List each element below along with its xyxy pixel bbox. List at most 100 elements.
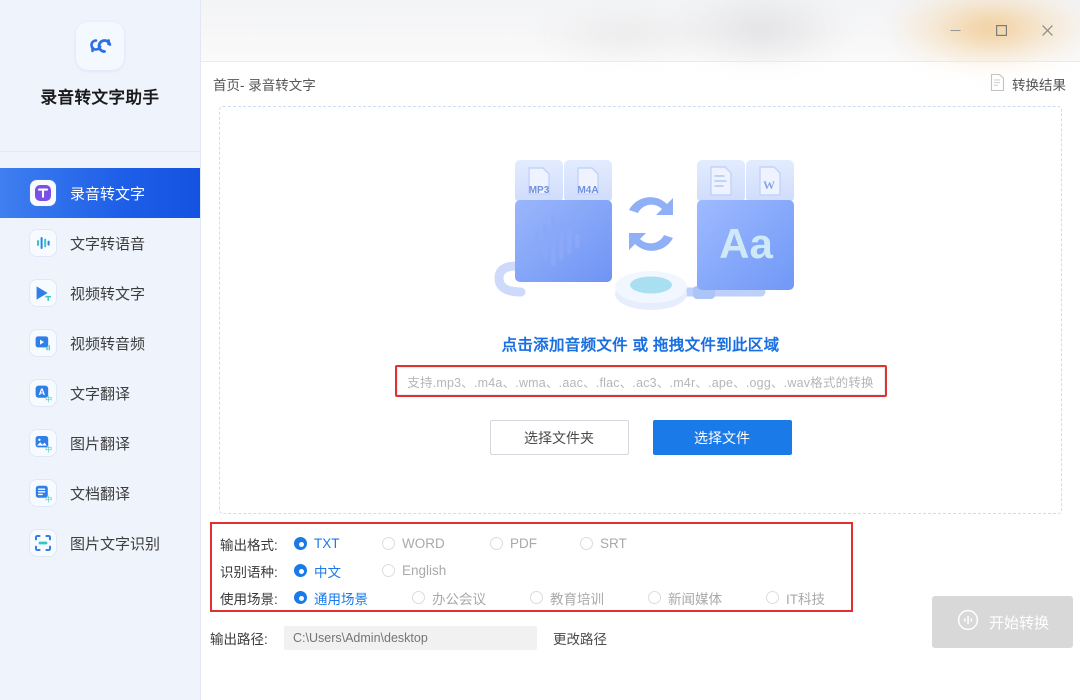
app-window: 录音转文字助手 录音转文字 文字转语音 视频转文字 视频转音频 A 中 文字翻译… [0, 0, 1080, 700]
app-title: 录音转文字助手 [40, 89, 160, 107]
language-option-chinese[interactable]: 中文 [294, 561, 382, 581]
scene-option-it-tech[interactable]: IT科技 [766, 588, 825, 608]
radio-dot [530, 591, 543, 604]
svg-text:M4A: M4A [577, 185, 598, 196]
sidebar-item-image-ocr[interactable]: 图片文字识别 [0, 518, 200, 568]
radio-dot [766, 591, 779, 604]
video-play-icon [30, 280, 56, 306]
change-path-button[interactable]: 更改路径 [553, 628, 607, 648]
svg-text:Aa: Aa [719, 220, 773, 267]
output-path-label: 输出路径: [210, 632, 268, 647]
sidebar-item-label: 图片翻译 [70, 435, 131, 453]
sidebar-item-doc-translate[interactable]: 中 文档翻译 [0, 468, 200, 518]
blurred-banner-mid [671, 0, 851, 68]
file-dropzone[interactable]: MP3 M4A W Aa 点击添加音频文件 或 拖拽文件到此区域 支持.mp3、… [219, 106, 1062, 514]
maximize-icon[interactable] [978, 9, 1024, 53]
format-option-txt[interactable]: TXT [294, 536, 382, 551]
output-path-row: 输出路径: 更改路径 [210, 626, 607, 650]
radio-label: IT科技 [786, 591, 825, 607]
radio-label: 办公会议 [432, 591, 486, 607]
image-translate-icon: 中 [30, 430, 56, 456]
sidebar-item-label: 视频转文字 [70, 285, 146, 303]
svg-text:中: 中 [45, 494, 52, 503]
output-format-row: 输出格式: TXT WORD PDF SRT [220, 530, 851, 557]
sidebar-item-image-translate[interactable]: 中 图片翻译 [0, 418, 200, 468]
start-conversion-button[interactable]: 开始转换 [932, 596, 1073, 648]
scan-ocr-icon [30, 530, 56, 556]
radio-label: WORD [402, 536, 445, 551]
dropzone-title[interactable]: 点击添加音频文件 或 拖拽文件到此区域 [502, 333, 780, 355]
video-audio-icon [30, 330, 56, 356]
select-file-button[interactable]: 选择文件 [652, 420, 792, 455]
app-logo-icon [76, 22, 124, 70]
document-icon [989, 73, 1006, 95]
radio-label: 通用场景 [314, 591, 368, 607]
radio-label: 教育培训 [550, 591, 604, 607]
sidebar-item-recording-to-text[interactable]: 录音转文字 [0, 168, 200, 218]
sidebar-item-video-to-text[interactable]: 视频转文字 [0, 268, 200, 318]
waveform-icon [30, 230, 56, 256]
window-controls [932, 0, 1080, 62]
output-path-input[interactable] [284, 626, 537, 650]
brand-header: 录音转文字助手 [0, 0, 200, 152]
format-hint: 支持.mp3、.m4a、.wma、.aac、.flac、.ac3、.m4r、.a… [396, 367, 885, 395]
start-conversion-label: 开始转换 [988, 614, 1049, 632]
radio-label: TXT [314, 536, 340, 551]
radio-dot [648, 591, 661, 604]
sidebar: 录音转文字助手 录音转文字 文字转语音 视频转文字 视频转音频 A 中 文字翻译… [0, 0, 201, 700]
language-row: 识别语种: 中文 English [220, 557, 851, 584]
scene-option-news-media[interactable]: 新闻媒体 [648, 588, 766, 608]
sidebar-item-label: 文字翻译 [70, 385, 131, 403]
svg-text:W: W [763, 178, 775, 192]
radio-dot [294, 537, 307, 550]
sidebar-item-label: 文字转语音 [70, 235, 146, 253]
breadcrumb-bar: 首页- 录音转文字 转换结果 [201, 62, 1080, 106]
scene-option-office-meeting[interactable]: 办公会议 [412, 588, 530, 608]
radio-dot [490, 537, 503, 550]
format-option-word[interactable]: WORD [382, 536, 490, 551]
sidebar-nav: 录音转文字 文字转语音 视频转文字 视频转音频 A 中 文字翻译 中 图片翻译 … [0, 152, 200, 568]
radio-dot [412, 591, 425, 604]
conversion-result-label: 转换结果 [1012, 78, 1066, 93]
conversion-illustration: MP3 M4A W Aa [461, 142, 821, 317]
language-option-english[interactable]: English [382, 563, 446, 578]
radio-label: English [402, 563, 447, 578]
svg-text:MP3: MP3 [528, 185, 549, 196]
sidebar-item-text-translate[interactable]: A 中 文字翻译 [0, 368, 200, 418]
radio-label: 新闻媒体 [668, 591, 722, 607]
breadcrumb: 首页- 录音转文字 [213, 78, 316, 93]
minimize-icon[interactable] [932, 9, 978, 53]
scene-row: 使用场景: 通用场景 办公会议 教育培训 新闻媒体 IT科技 [220, 584, 851, 611]
radio-label: 中文 [314, 564, 341, 580]
conversion-result-button[interactable]: 转换结果 [989, 73, 1066, 95]
radio-dot [382, 564, 395, 577]
sidebar-item-label: 文档翻译 [70, 485, 131, 503]
sidebar-item-video-to-audio[interactable]: 视频转音频 [0, 318, 200, 368]
radio-label: SRT [600, 536, 627, 551]
format-option-srt[interactable]: SRT [580, 536, 627, 551]
format-hint-highlight: 支持.mp3、.m4a、.wma、.aac、.flac、.ac3、.m4r、.a… [394, 365, 887, 397]
select-folder-button[interactable]: 选择文件夹 [489, 420, 629, 455]
sidebar-item-text-to-speech[interactable]: 文字转语音 [0, 218, 200, 268]
radio-dot [294, 564, 307, 577]
sidebar-item-label: 图片文字识别 [70, 535, 161, 553]
dropzone-actions: 选择文件夹 选择文件 [489, 420, 792, 455]
svg-text:中: 中 [45, 444, 52, 453]
svg-text:中: 中 [45, 394, 52, 403]
radio-dot [580, 537, 593, 550]
window-titlebar [201, 0, 1080, 68]
doc-translate-icon: 中 [30, 480, 56, 506]
scene-option-general[interactable]: 通用场景 [294, 588, 412, 608]
radio-dot [294, 591, 307, 604]
sidebar-item-label: 录音转文字 [70, 185, 146, 203]
format-option-pdf[interactable]: PDF [490, 536, 580, 551]
convert-icon [956, 608, 980, 636]
main-area: 首页- 录音转文字 转换结果 MP3 M4A W Aa 点击添加音频文件 或 拖… [201, 0, 1080, 700]
scene-option-education[interactable]: 教育培训 [530, 588, 648, 608]
scene-label: 使用场景: [220, 591, 278, 607]
close-icon[interactable] [1024, 9, 1070, 53]
radio-dot [382, 537, 395, 550]
text-transcribe-icon [30, 180, 56, 206]
sidebar-item-label: 视频转音频 [70, 335, 146, 353]
options-area: 输出格式: TXT WORD PDF SRT 识别语种: 中文 English … [201, 514, 1080, 700]
